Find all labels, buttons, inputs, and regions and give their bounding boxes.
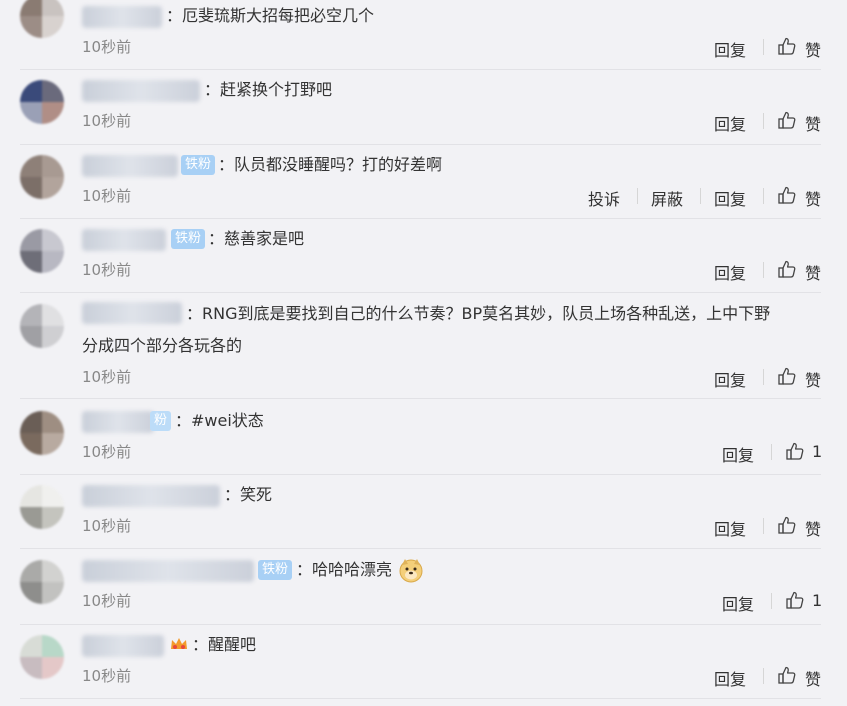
thumbs-up-icon[interactable]	[777, 366, 797, 386]
like-button[interactable]: 赞	[805, 666, 821, 690]
reply-button[interactable]: 回复	[714, 367, 746, 391]
report-button[interactable]: 投诉	[588, 186, 620, 210]
reply-button[interactable]: 回复	[714, 111, 746, 135]
thumbs-up-icon[interactable]	[777, 36, 797, 56]
comment-text: ：#wei状态	[175, 411, 264, 430]
username-blurred[interactable]	[82, 155, 178, 177]
divider	[20, 474, 821, 475]
thumbs-up-icon[interactable]	[777, 665, 797, 685]
divider	[700, 188, 701, 204]
divider	[763, 113, 764, 129]
avatar[interactable]	[20, 560, 64, 604]
like-button[interactable]: 赞	[805, 111, 821, 135]
like-button[interactable]: 赞	[805, 367, 821, 391]
comment-text: ：队员都没睡醒吗？打的好差啊	[218, 155, 443, 174]
username-blurred[interactable]	[82, 485, 220, 507]
timestamp: 10秒前	[82, 112, 132, 130]
like-button[interactable]: 赞	[805, 37, 821, 61]
reply-button[interactable]: 回复	[714, 260, 746, 284]
avatar[interactable]	[20, 635, 64, 679]
divider	[763, 668, 764, 684]
username-blurred[interactable]	[82, 80, 200, 102]
timestamp: 10秒前	[82, 368, 132, 386]
timestamp: 10秒前	[82, 443, 132, 461]
divider	[20, 548, 821, 549]
divider	[20, 398, 821, 399]
divider	[771, 444, 772, 460]
fan-badge: 粉	[150, 411, 172, 431]
divider	[771, 593, 772, 609]
username-blurred[interactable]	[82, 302, 182, 324]
comment-feed: ：厄斐琉斯大招每把必空几个 10秒前 回复 赞 ：赶紧换个打野吧 10秒前 回复…	[0, 0, 847, 706]
comment-text: ：哈哈哈漂亮	[296, 560, 393, 579]
username-blurred[interactable]	[82, 635, 164, 657]
like-button[interactable]: 赞	[805, 186, 821, 210]
fan-badge: 铁粉	[258, 560, 293, 580]
thumbs-up-icon[interactable]	[785, 590, 805, 610]
thumbs-up-icon[interactable]	[777, 515, 797, 535]
reply-button[interactable]: 回复	[722, 442, 754, 466]
comment-text: ：赶紧换个打野吧	[204, 80, 333, 99]
like-button[interactable]: 赞	[805, 516, 821, 540]
comment-text: ：厄斐琉斯大招每把必空几个	[166, 6, 375, 25]
avatar[interactable]	[20, 80, 64, 124]
timestamp: 10秒前	[82, 261, 132, 279]
username-blurred[interactable]	[82, 560, 254, 582]
like-count[interactable]: 1	[812, 591, 822, 610]
like-button[interactable]: 赞	[805, 260, 821, 284]
divider	[20, 292, 821, 293]
vip-crown-icon	[171, 638, 187, 649]
doge-emoji-icon	[399, 559, 423, 583]
like-count[interactable]: 1	[812, 442, 822, 461]
reply-button[interactable]: 回复	[714, 37, 746, 61]
divider	[20, 144, 821, 145]
divider	[20, 624, 821, 625]
avatar[interactable]	[20, 304, 64, 348]
comment-text: ：RNG到底是要找到自己的什么节奏？BP莫名其妙，队员上场各种乱送，上中下野	[186, 304, 771, 323]
username-blurred[interactable]	[82, 411, 154, 433]
divider	[763, 262, 764, 278]
timestamp: 10秒前	[82, 187, 132, 205]
comment-text: ：慈善家是吧	[208, 229, 305, 248]
avatar[interactable]	[20, 229, 64, 273]
reply-button[interactable]: 回复	[714, 666, 746, 690]
reply-button[interactable]: 回复	[722, 591, 754, 615]
divider	[20, 218, 821, 219]
timestamp: 10秒前	[82, 38, 132, 56]
avatar[interactable]	[20, 411, 64, 455]
reply-button[interactable]: 回复	[714, 186, 746, 210]
thumbs-up-icon[interactable]	[777, 259, 797, 279]
block-button[interactable]: 屏蔽	[651, 186, 683, 210]
comment-text-line2: 分成四个部分各玩各的	[82, 336, 243, 355]
divider	[637, 188, 638, 204]
avatar[interactable]	[20, 0, 64, 38]
reply-button[interactable]: 回复	[714, 516, 746, 540]
thumbs-up-icon[interactable]	[777, 185, 797, 205]
username-blurred[interactable]	[82, 229, 166, 251]
divider	[763, 518, 764, 534]
divider	[763, 39, 764, 55]
divider	[763, 188, 764, 204]
divider	[20, 698, 821, 699]
thumbs-up-icon[interactable]	[777, 110, 797, 130]
comment-text: ：笑死	[224, 485, 273, 504]
timestamp: 10秒前	[82, 517, 132, 535]
timestamp: 10秒前	[82, 667, 132, 685]
timestamp: 10秒前	[82, 592, 132, 610]
divider	[763, 369, 764, 385]
divider	[20, 69, 821, 70]
avatar[interactable]	[20, 485, 64, 529]
comment-text: ：醒醒吧	[192, 635, 257, 654]
thumbs-up-icon[interactable]	[785, 441, 805, 461]
fan-badge: 铁粉	[171, 229, 206, 249]
username-blurred[interactable]	[82, 6, 162, 28]
avatar[interactable]	[20, 155, 64, 199]
fan-badge: 铁粉	[181, 155, 216, 175]
